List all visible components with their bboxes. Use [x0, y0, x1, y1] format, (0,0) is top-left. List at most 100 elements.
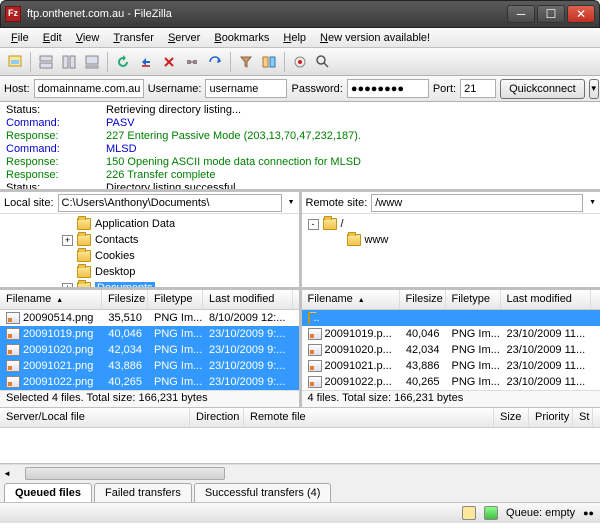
password-input[interactable]	[347, 79, 429, 98]
tree-label: Contacts	[95, 234, 138, 246]
column-header[interactable]: Server/Local file	[0, 408, 190, 427]
remote-path-input[interactable]	[371, 194, 583, 212]
queue-scrollbar[interactable]: ◄	[0, 464, 600, 481]
column-header[interactable]: Filename ▲	[302, 290, 400, 309]
tree-node[interactable]: Desktop	[2, 264, 297, 280]
menu-bookmarks[interactable]: Bookmarks	[207, 30, 276, 46]
scrollbar-thumb[interactable]	[25, 467, 225, 480]
expand-icon[interactable]: +	[62, 283, 73, 288]
column-header[interactable]: Filename ▲	[0, 290, 102, 309]
file-row[interactable]: 20091021.png43,886PNG Im...23/10/2009 9:…	[0, 358, 299, 374]
toggle-log-button[interactable]	[35, 51, 57, 73]
column-header[interactable]: Last modified	[203, 290, 293, 309]
message-log[interactable]: Status:Retrieving directory listing...Co…	[0, 102, 600, 192]
password-label: Password:	[291, 83, 342, 95]
cancel-button[interactable]	[158, 51, 180, 73]
queue-body[interactable]	[0, 428, 600, 463]
reconnect-button[interactable]	[204, 51, 226, 73]
site-manager-button[interactable]	[4, 51, 26, 73]
expand-icon[interactable]: -	[308, 219, 319, 230]
menu-view[interactable]: View	[69, 30, 107, 46]
tree-node[interactable]: + Contacts	[2, 232, 297, 248]
remote-pane: Remote site: ▼ -/www	[299, 192, 600, 287]
host-input[interactable]	[34, 79, 144, 98]
column-header[interactable]: Remote file	[244, 408, 494, 427]
tree-label: Cookies	[95, 250, 135, 262]
tree-node[interactable]: www	[304, 232, 599, 248]
process-queue-button[interactable]	[135, 51, 157, 73]
queue-status-more-icon[interactable]: ●●	[583, 508, 594, 518]
close-button[interactable]: ✕	[567, 5, 595, 23]
quickconnect-bar: Host: Username: Password: Port: Quickcon…	[0, 76, 600, 102]
file-row[interactable]: 20090514.png35,510PNG Im...8/10/2009 12:…	[0, 310, 299, 326]
find-button[interactable]	[312, 51, 334, 73]
menu-file[interactable]: File	[4, 30, 36, 46]
compare-button[interactable]	[258, 51, 280, 73]
remote-file-pane: Filename ▲FilesizeFiletypeLast modified …	[299, 290, 600, 407]
minimize-button[interactable]: ─	[507, 5, 535, 23]
local-tree[interactable]: Application Data + Contacts Cookies Desktop +…	[0, 214, 299, 287]
quickconnect-dropdown[interactable]: ▼	[589, 79, 599, 99]
tab-successful-transfers-[interactable]: Successful transfers (4)	[194, 483, 332, 502]
toggle-transfer-button[interactable]	[81, 51, 103, 73]
parent-dir-row[interactable]: ..	[302, 310, 600, 326]
column-header[interactable]: Filesize	[400, 290, 446, 309]
menu-help[interactable]: Help	[276, 30, 313, 46]
column-header[interactable]: Filesize	[102, 290, 148, 309]
toggle-tree-button[interactable]	[58, 51, 80, 73]
folder-icon	[347, 234, 361, 246]
tree-node[interactable]: Cookies	[2, 248, 297, 264]
port-label: Port:	[433, 83, 456, 95]
queue-indicator-icon[interactable]	[462, 506, 476, 520]
file-row[interactable]: 20091022.p...40,265PNG Im...23/10/2009 1…	[302, 374, 600, 390]
tree-label: Desktop	[95, 266, 135, 278]
file-row[interactable]: 20091020.png42,034PNG Im...23/10/2009 9:…	[0, 342, 299, 358]
column-header[interactable]: Last modified	[501, 290, 591, 309]
refresh-button[interactable]	[112, 51, 134, 73]
transfer-indicator-icon[interactable]	[484, 506, 498, 520]
menu-new-version-available-[interactable]: New version available!	[313, 30, 437, 46]
tree-node[interactable]: +Documents	[2, 280, 297, 287]
remote-status: 4 files. Total size: 166,231 bytes	[302, 390, 600, 407]
remote-file-list[interactable]: ..20091019.p...40,046PNG Im...23/10/2009…	[302, 310, 600, 390]
file-row[interactable]: 20091020.p...42,034PNG Im...23/10/2009 1…	[302, 342, 600, 358]
filter-button[interactable]	[235, 51, 257, 73]
tab-queued-files[interactable]: Queued files	[4, 483, 92, 502]
port-input[interactable]	[460, 79, 496, 98]
remote-path-dropdown[interactable]: ▼	[589, 199, 596, 206]
tree-node[interactable]: -/	[304, 216, 599, 232]
column-header[interactable]: Filetype	[148, 290, 203, 309]
column-header[interactable]: Direction	[190, 408, 244, 427]
remote-site-label: Remote site:	[306, 197, 368, 209]
remote-tree[interactable]: -/www	[302, 214, 600, 287]
file-row[interactable]: 20091022.png40,265PNG Im...23/10/2009 9:…	[0, 374, 299, 390]
local-path-input[interactable]	[58, 194, 282, 212]
folder-icon	[77, 218, 91, 230]
queue-header: Server/Local fileDirectionRemote fileSiz…	[0, 408, 600, 428]
host-label: Host:	[4, 83, 30, 95]
maximize-button[interactable]: ☐	[537, 5, 565, 23]
expand-icon[interactable]: +	[62, 235, 73, 246]
folder-icon	[77, 282, 91, 287]
tab-failed-transfers[interactable]: Failed transfers	[94, 483, 192, 502]
tree-node[interactable]: Application Data	[2, 216, 297, 232]
local-site-label: Local site:	[4, 197, 54, 209]
quickconnect-button[interactable]: Quickconnect	[500, 79, 585, 99]
menu-edit[interactable]: Edit	[36, 30, 69, 46]
menu-server[interactable]: Server	[161, 30, 207, 46]
local-file-list[interactable]: 20090514.png35,510PNG Im...8/10/2009 12:…	[0, 310, 299, 390]
local-path-dropdown[interactable]: ▼	[288, 199, 295, 206]
column-header[interactable]: St	[573, 408, 593, 427]
menu-transfer[interactable]: Transfer	[106, 30, 161, 46]
file-row[interactable]: 20091021.p...43,886PNG Im...23/10/2009 1…	[302, 358, 600, 374]
column-header[interactable]: Filetype	[446, 290, 501, 309]
titlebar[interactable]: ftp.onthenet.com.au - FileZilla ─ ☐ ✕	[0, 0, 600, 28]
username-input[interactable]	[205, 79, 287, 98]
file-row[interactable]: 20091019.png40,046PNG Im...23/10/2009 9:…	[0, 326, 299, 342]
column-header[interactable]: Size	[494, 408, 529, 427]
folder-icon	[77, 234, 91, 246]
column-header[interactable]: Priority	[529, 408, 573, 427]
file-row[interactable]: 20091019.p...40,046PNG Im...23/10/2009 1…	[302, 326, 600, 342]
sync-browse-button[interactable]	[289, 51, 311, 73]
disconnect-button[interactable]	[181, 51, 203, 73]
